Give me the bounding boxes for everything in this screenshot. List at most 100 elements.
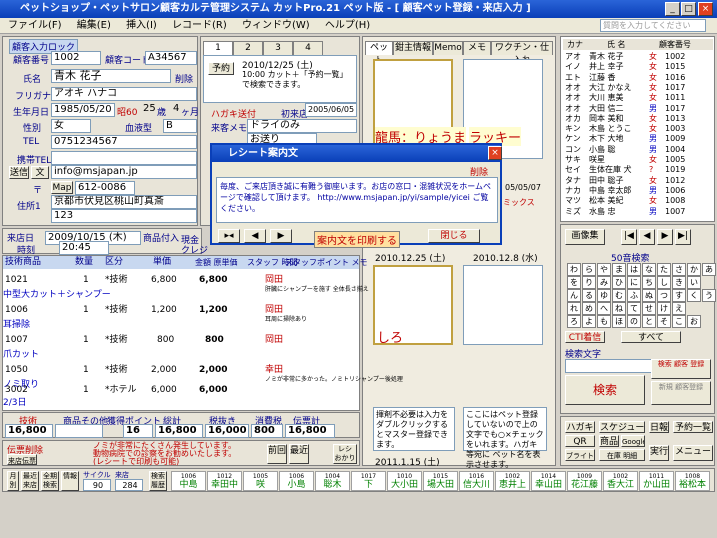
google-button[interactable]: Google <box>621 435 645 447</box>
recent-visit-button[interactable]: 最近来店 <box>21 471 39 491</box>
table-row[interactable]: 1050 1 *技術 2,000 2,000 幸田 ノミが非常に多かった。ノミト… <box>3 364 403 383</box>
kana-key[interactable]: む <box>612 289 626 302</box>
help-search-input[interactable]: 質問を入力してください <box>600 19 706 32</box>
kana-key[interactable]: ち <box>642 276 656 289</box>
menu-help[interactable]: ヘルプ(H) <box>325 20 370 31</box>
kana-key[interactable]: そ <box>657 315 671 328</box>
prev-icon[interactable]: ◀ <box>244 229 266 243</box>
map-button[interactable]: Map <box>51 181 73 194</box>
history-item[interactable]: 1002 恵井上 <box>495 471 530 491</box>
kana-key[interactable]: に <box>627 276 641 289</box>
tab-memo-en[interactable]: Memo <box>433 41 463 55</box>
menu-window[interactable]: ウィンドウ(W) <box>242 20 310 31</box>
kana-key[interactable]: え <box>672 302 686 315</box>
stock-button[interactable]: 在庫 明細 <box>599 449 645 461</box>
menu-record[interactable]: レコード(R) <box>172 20 227 31</box>
kana-key[interactable]: う <box>702 289 716 302</box>
dm-field[interactable]: ドライのみ <box>247 119 357 133</box>
kana-key[interactable]: は <box>627 263 641 276</box>
maximize-button[interactable]: □ <box>681 2 696 16</box>
tab-vaccine[interactable]: ワクチン・仕入れ <box>491 41 553 66</box>
list-item[interactable]: コン 小島 聡男 1004 <box>565 145 711 155</box>
kana-key[interactable]: ね <box>612 302 626 315</box>
kana-key[interactable]: も <box>597 315 611 328</box>
kana-key[interactable]: を <box>567 276 581 289</box>
list-item[interactable]: イノ 井上 幸子女 1015 <box>565 62 711 72</box>
kana-key[interactable]: さ <box>672 263 686 276</box>
mobile-field[interactable] <box>51 151 197 165</box>
kana-key[interactable]: ら <box>582 263 596 276</box>
list-item[interactable]: キン 木島 とうこ女 1003 <box>565 124 711 134</box>
list-item[interactable]: オオ 大川 恵美女 1011 <box>565 93 711 103</box>
memo-tab-3[interactable]: 3 <box>263 41 293 55</box>
first-button[interactable]: |◀ <box>621 229 637 245</box>
history-item[interactable]: 1015 場大田 <box>423 471 458 491</box>
kana-key[interactable]: れ <box>567 302 581 315</box>
receipt-button[interactable]: レシ おかり <box>333 444 357 464</box>
list-item[interactable]: マツ 松本 美紀女 1008 <box>565 196 711 206</box>
new-customer-button[interactable]: 新規 顧客登録 <box>651 381 711 405</box>
kana-key[interactable]: み <box>597 276 611 289</box>
history-item[interactable]: 1008 裕松本 <box>675 471 710 491</box>
print-checkbox[interactable]: 案内文を印刷する <box>314 231 400 248</box>
kana-key[interactable]: と <box>642 315 656 328</box>
search-button[interactable]: 検索 <box>565 375 645 405</box>
kana-key[interactable]: ふ <box>627 289 641 302</box>
mail-send-button[interactable]: 送信 <box>9 166 29 179</box>
list-item[interactable]: ケン 木下 大地男 1009 <box>565 134 711 144</box>
bright-button[interactable]: ブライト <box>565 449 595 461</box>
kana-key[interactable]: な <box>642 263 656 276</box>
condition-search-button[interactable]: 検索 顧客 登録 <box>651 359 711 379</box>
menu-file[interactable]: ファイル(F) <box>8 20 62 31</box>
kana-key[interactable]: ろ <box>567 315 581 328</box>
kana-key[interactable]: ゆ <box>597 289 611 302</box>
next-icon[interactable]: ▶ <box>270 229 292 243</box>
pet-memo-2[interactable]: ここにはペット登録していないので上の文字でも○×チェックをいれます。ハガキ等宛に… <box>463 407 547 469</box>
list-item[interactable]: オオ 大田 信二男 1017 <box>565 104 711 114</box>
history-item[interactable]: 1006 小島 <box>279 471 314 491</box>
kana-key[interactable]: ん <box>567 289 581 302</box>
image-button[interactable]: 画像集 <box>565 229 605 245</box>
kana-key[interactable]: ま <box>612 263 626 276</box>
address2-field[interactable]: 123 <box>51 209 197 223</box>
table-row[interactable]: 1007 1 *技術 800 800 岡田 <box>3 334 359 347</box>
prev-page-button[interactable]: ◀ <box>639 229 655 245</box>
kana-key[interactable]: け <box>657 302 671 315</box>
kana-key[interactable]: す <box>672 289 686 302</box>
kana-key[interactable]: へ <box>597 302 611 315</box>
reserve-button[interactable]: 予約 <box>208 62 234 75</box>
mail-text-button[interactable]: 文 <box>31 166 49 179</box>
name-field[interactable]: 青木 花子 <box>51 69 171 83</box>
reservation-list-button[interactable]: 予約一覧 <box>673 421 713 433</box>
table-row[interactable]: 3002 1 *ホテル 6,000 6,000 <box>3 384 359 397</box>
history-item[interactable]: 1011 か山田 <box>639 471 674 491</box>
list-item[interactable]: アオ 青木 花子女 1002 <box>565 52 711 62</box>
kana-key[interactable]: お <box>687 315 701 328</box>
kana-key[interactable]: て <box>627 302 641 315</box>
menu-insert[interactable]: 挿入(I) <box>126 20 157 31</box>
list-item[interactable]: タナ 田中 聡子女 1012 <box>565 176 711 186</box>
prev-button[interactable]: 前回 <box>267 444 287 464</box>
kana-key[interactable]: よ <box>582 315 596 328</box>
pet-photo-4[interactable] <box>463 265 543 345</box>
list-item[interactable]: オオ 大江 かなえ女 1017 <box>565 83 711 93</box>
kana-key[interactable]: せ <box>642 302 656 315</box>
history-item[interactable]: 1002 香大江 <box>603 471 638 491</box>
history-item[interactable]: 1009 花江藤 <box>567 471 602 491</box>
product-button[interactable]: 商品 <box>599 435 619 447</box>
cti-button[interactable]: CTI着信 <box>565 331 605 343</box>
tab-pet[interactable]: ペット <box>365 41 393 66</box>
kana-key[interactable]: こ <box>672 315 686 328</box>
hagaki-button[interactable]: ハガキ <box>565 421 595 433</box>
dialog-close-icon[interactable]: × <box>488 146 502 160</box>
memo-tab-4[interactable]: 4 <box>293 41 323 55</box>
address1-field[interactable]: 京都市伏見区桃山町真斎 <box>51 195 197 209</box>
kana-key[interactable]: や <box>597 263 611 276</box>
table-row[interactable]: 1006 1 *技術 1,200 1,200 岡田 耳周に掃除あり <box>3 304 359 323</box>
next-page-button[interactable]: ▶ <box>657 229 673 245</box>
minimize-button[interactable]: _ <box>665 2 680 16</box>
kana-field[interactable]: アオキ ハナコ <box>51 87 197 101</box>
close-button[interactable]: × <box>698 2 713 16</box>
history-search-button[interactable]: 検索 履歴 <box>149 471 167 491</box>
history-item[interactable]: 1004 聡木 <box>315 471 350 491</box>
